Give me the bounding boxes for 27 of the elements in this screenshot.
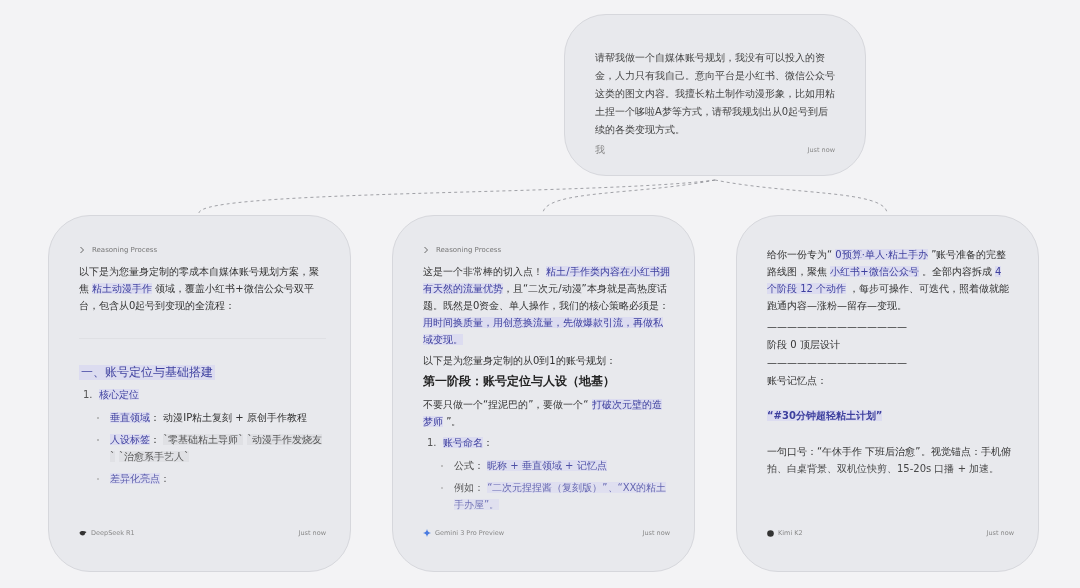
section-heading: 第一阶段：账号定位与人设（地基）: [423, 373, 616, 390]
list-item-text: 核心定位: [98, 388, 139, 402]
paragraph: 给你一份专为“ 0预算·单人·粘土手办 ”账号准备的完整路线图，聚焦 小红书+微信公众号 。全部内容拆成 4 个阶段 12 个动作 ，每步可操作、可迭代，照着做就能跑通内容—涨粉—留存—变现。: [767, 248, 1011, 313]
highlighted-text: “#30分钟超轻粘土计划”: [767, 410, 883, 421]
paragraph: 不要只做一个“捏泥巴的”，要做一个“ 打破次元壁的造梦师 ”。: [423, 398, 663, 429]
paragraph: 以下是为您量身定制的从0到1的账号规划：: [423, 354, 617, 368]
chevron-right-icon: [423, 246, 429, 254]
list-item-text: 公式： 昵称 + 垂直领域 + 记忆点: [454, 459, 607, 473]
text-line: 阶段 0 顶层设计: [767, 338, 841, 352]
sparkle-icon: [423, 529, 431, 537]
paragraph: 以下是为您量身定制的零成本自媒体账号规划方案，聚焦 粘土动漫手作 领域，覆盖小红书+微信公众号双平台，包含从0起号到变现的全流程：: [79, 265, 320, 313]
whale-icon: [79, 529, 87, 537]
list-item-text: 例如： “二次元捏捏酱（复刻版）”、“XX的粘土手办屋”。: [454, 481, 668, 512]
paragraph: 这是一个非常棒的切入点！ 粘土/手作类内容在小红书拥有天然的流量优势，且“二次元/动漫”本身就是高热度话题。既然是0资金、单人操作，我们的核心策略必须是： 用时间换质量，用创意换流量，先做爆款引流，再做私域变现。: [423, 265, 670, 347]
paragraph: 一句口号：“午休手作 下班后治愈”。视觉锚点：手机俯拍、白桌背景、双机位快剪、15-20s 口播 + 加速。: [767, 444, 1012, 476]
list-item-text: 人设标签： `零基础粘土导师` `动漫手作发烧友` `治愈系手艺人`: [110, 433, 324, 464]
list-item-text: 垂直领域： 动漫IP粘土复刻 + 原创手作教程: [110, 411, 307, 425]
author-label: 我: [595, 143, 605, 157]
logo-icon: [767, 529, 774, 537]
text-line: ——————————————: [767, 320, 908, 334]
section-heading: 一、账号定位与基础搭建: [79, 365, 215, 380]
text-line: ——————————————: [767, 356, 908, 370]
list-number: 1.: [83, 388, 93, 402]
text-line: 账号记忆点：: [767, 374, 828, 388]
list-number: 1.: [427, 436, 437, 450]
prompt-text: 请帮我做一个自媒体账号规划，我没有可以投入的资金，人力只有我自己。意向平台是小红书、微信公众号这类的图文内容。我擅长粘土制作动漫形象，比如用粘土捏一个哆啦A梦等方式，请帮我规划出从0起号到后续的各类变现方式。: [595, 51, 835, 137]
chevron-right-icon: [79, 246, 85, 254]
